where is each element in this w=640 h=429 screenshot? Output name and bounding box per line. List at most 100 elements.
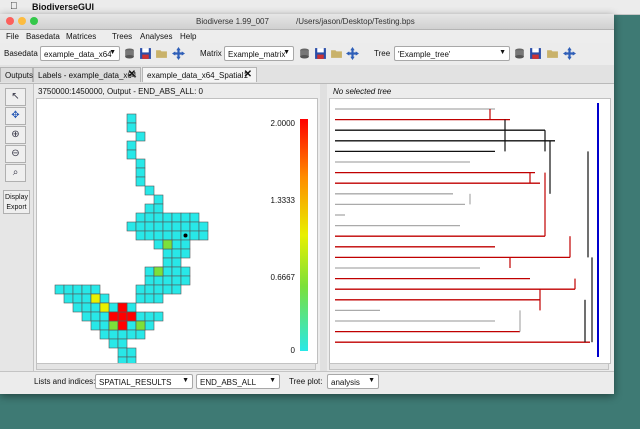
map-cell[interactable] [153,275,164,286]
map-cell[interactable] [117,320,128,331]
map-cell[interactable] [108,338,119,349]
map-cell[interactable] [126,311,137,322]
map-cell[interactable] [180,275,191,286]
map-cell[interactable] [180,221,191,232]
map-cell[interactable] [126,320,137,331]
map-cell[interactable] [63,293,74,304]
map-hscrollbar[interactable] [36,363,316,370]
map-cell[interactable] [171,239,182,250]
map-cell[interactable] [153,266,164,277]
map-cell[interactable] [144,320,155,331]
map-cell[interactable] [90,320,101,331]
menu-matrices[interactable]: Matrices [66,32,96,41]
map-cell[interactable] [153,221,164,232]
map-cell[interactable] [153,284,164,295]
map-cell[interactable] [72,293,83,304]
tab-labels[interactable]: Labels - example_data_x64 ✕ [33,67,141,82]
map-cell[interactable] [171,221,182,232]
zoom-in-icon[interactable]: ⊕ [5,126,26,144]
map-cell[interactable] [54,284,65,295]
map-cell[interactable] [72,302,83,313]
map-cell[interactable] [135,212,146,223]
map-cell[interactable] [171,257,182,268]
map-cell[interactable] [162,221,173,232]
database-icon[interactable] [513,47,526,60]
map-cell[interactable] [135,293,146,304]
list-select[interactable]: SPATIAL_RESULTS ▼ [95,374,193,389]
save-icon[interactable] [314,47,327,60]
map-cell[interactable] [81,302,92,313]
tree-canvas[interactable] [329,98,611,364]
close-tab-icon[interactable]: ✕ [128,69,136,80]
map-cell[interactable] [135,329,146,340]
map-cell[interactable] [81,311,92,322]
pan-arrows-icon[interactable]: ✥ [5,107,26,125]
map-cell[interactable] [135,320,146,331]
map-cell[interactable] [171,266,182,277]
map-cell[interactable] [126,113,137,124]
apple-icon[interactable]:  [10,1,18,12]
map-cell[interactable] [108,311,119,322]
map-cell[interactable] [72,284,83,295]
menu-help[interactable]: Help [180,32,196,41]
map-cell[interactable] [171,212,182,223]
map-cell[interactable] [162,266,173,277]
database-icon[interactable] [298,47,311,60]
map-cell[interactable] [153,203,164,214]
map-cell[interactable] [135,131,146,142]
map-cell[interactable] [90,293,101,304]
map-cell[interactable] [180,239,191,250]
map-cell[interactable] [153,230,164,241]
map-cell[interactable] [126,149,137,160]
map-cell[interactable] [135,158,146,169]
zoom-fit-icon[interactable]: ⌕ [5,164,26,182]
map-cell[interactable] [144,311,155,322]
map-cell[interactable] [108,320,119,331]
map-cell[interactable] [135,176,146,187]
map-cell[interactable] [126,140,137,151]
map-cell[interactable] [126,221,137,232]
tab-spatial[interactable]: example_data_x64_Spatial1 ✕ [142,67,257,82]
tab-outputs[interactable]: Outputs [0,67,33,82]
close-tab-icon[interactable]: ✕ [244,69,252,80]
map-cell[interactable] [144,284,155,295]
menu-analyses[interactable]: Analyses [140,32,172,41]
open-folder-icon[interactable] [546,47,559,60]
map-cell[interactable] [162,275,173,286]
app-name[interactable]: BiodiverseGUI [32,2,94,12]
tree-hscrollbar[interactable] [329,363,609,370]
map-cell[interactable] [144,230,155,241]
map-cell[interactable] [135,221,146,232]
map-canvas[interactable]: 2.0000 1.3333 0.6667 0 [36,98,318,364]
map-cell[interactable] [108,329,119,340]
map-cell[interactable] [99,293,110,304]
map-cell[interactable] [99,302,110,313]
map-cell[interactable] [171,284,182,295]
basedata-select[interactable]: example_data_x64 ▼ [40,46,120,61]
map-cell[interactable] [126,347,137,358]
map-cell[interactable] [117,347,128,358]
map-cell[interactable] [117,338,128,349]
menu-file[interactable]: File [6,32,19,41]
matrix-select[interactable]: Example_matrix ▼ [224,46,294,61]
map-grid[interactable] [37,99,317,363]
move-arrows-icon[interactable] [172,47,185,60]
map-cell[interactable] [162,257,173,268]
map-cell[interactable] [117,311,128,322]
close-window-icon[interactable] [6,17,14,25]
map-cell[interactable] [162,212,173,223]
tree-select[interactable]: 'Example_tree' ▼ [394,46,510,61]
save-icon[interactable] [139,47,152,60]
map-cell[interactable] [171,248,182,259]
map-cell[interactable] [81,284,92,295]
map-cell[interactable] [180,248,191,259]
move-arrows-icon[interactable] [563,47,576,60]
map-cell[interactable] [90,302,101,313]
select-arrow-icon[interactable]: ↖ [5,88,26,106]
map-cell[interactable] [162,284,173,295]
map-cell[interactable] [198,230,209,241]
pane-splitter[interactable] [320,84,327,371]
display-export-button[interactable]: Display Export [3,190,30,214]
map-cell[interactable] [135,167,146,178]
map-cell[interactable] [126,302,137,313]
